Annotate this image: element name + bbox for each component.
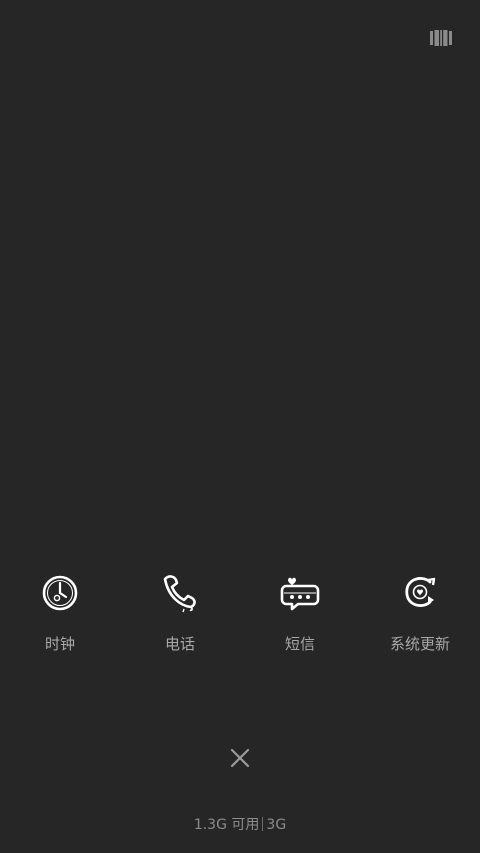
app-label: 系统更新 (389, 635, 450, 653)
app-system-update[interactable]: 系统更新 (360, 570, 480, 670)
memory-available: 1.3G 可用 (193, 817, 260, 833)
memory-separator (262, 817, 264, 831)
multi-window-button[interactable] (430, 30, 452, 46)
multi-window-icon (430, 30, 452, 46)
phone-icon (158, 570, 202, 614)
close-icon (230, 748, 250, 768)
app-phone[interactable]: 电话 (120, 570, 240, 670)
recent-apps-row: 时钟 电话 短信 系统更新 (0, 570, 480, 670)
app-label: 短信 (284, 635, 315, 653)
app-label: 电话 (164, 635, 195, 653)
app-messages[interactable]: 短信 (240, 570, 360, 670)
recent-apps-screen: 时钟 电话 短信 系统更新 1.3G 可用 3G (0, 0, 480, 853)
app-label: 时钟 (44, 635, 75, 653)
memory-info: 1.3G 可用 3G (0, 815, 480, 835)
message-icon (278, 570, 322, 614)
system-update-icon (398, 570, 442, 614)
app-clock[interactable]: 时钟 (0, 570, 120, 670)
memory-total: 3G (266, 817, 287, 833)
clock-icon (38, 570, 82, 614)
clear-all-button[interactable] (224, 742, 256, 774)
